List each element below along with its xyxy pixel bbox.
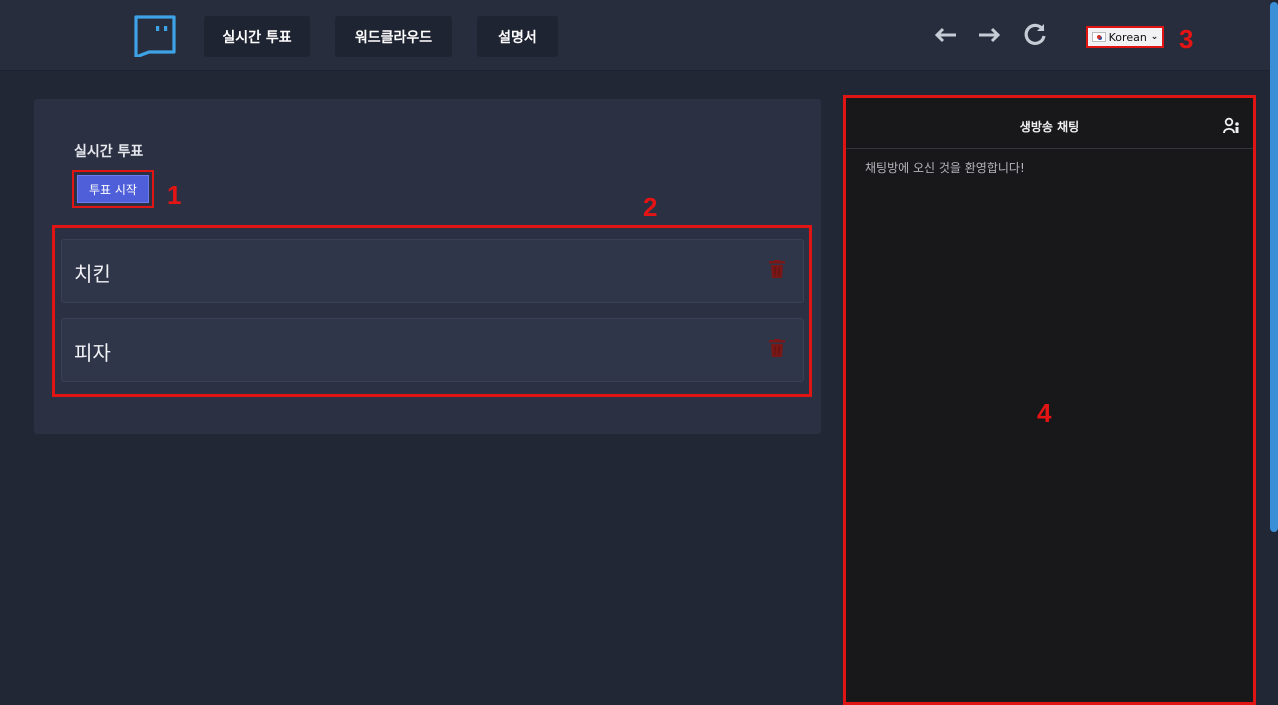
top-navbar: 실시간 투표 워드클라우드 설명서 Korean ⌄ <box>0 0 1278 71</box>
scrollbar-thumb[interactable] <box>1270 2 1278 532</box>
logo-icon[interactable] <box>133 14 177 57</box>
nav-manual[interactable]: 설명서 <box>477 16 558 57</box>
scrollbar[interactable] <box>1270 0 1278 695</box>
arrow-right-icon[interactable] <box>976 22 1002 48</box>
vote-item-label: 치킨 <box>74 262 111 286</box>
users-icon[interactable] <box>1223 117 1241 135</box>
nav-word-cloud[interactable]: 워드클라우드 <box>335 16 452 57</box>
nav-live-vote[interactable]: 실시간 투표 <box>204 16 310 57</box>
annotation-4: 4 <box>1037 398 1052 428</box>
vote-item-label: 피자 <box>74 341 111 365</box>
chat-title: 생방송 채팅 <box>1019 120 1080 134</box>
chat-header: 생방송 채팅 <box>846 98 1253 149</box>
language-select[interactable]: Korean ⌄ <box>1086 26 1164 48</box>
annotation-1: 1 <box>167 180 182 210</box>
arrow-left-icon[interactable] <box>933 22 959 48</box>
vote-item[interactable]: 피자 <box>61 318 804 382</box>
reload-icon[interactable] <box>1022 22 1048 48</box>
annotation-2: 2 <box>643 192 658 222</box>
trash-icon[interactable] <box>769 260 785 278</box>
korea-flag-icon <box>1091 32 1106 42</box>
vote-panel-title: 실시간 투표 <box>74 144 144 160</box>
language-selected: Korean <box>1108 30 1147 44</box>
start-vote-button[interactable]: 투표 시작 <box>77 175 149 203</box>
chevron-down-icon: ⌄ <box>1150 32 1159 42</box>
vote-item[interactable]: 치킨 <box>61 239 804 303</box>
annotation-3: 3 <box>1179 24 1194 54</box>
trash-icon[interactable] <box>769 339 785 357</box>
chat-welcome-message: 채팅방에 오신 것을 환영합니다! <box>865 161 1025 175</box>
start-button-highlight: 투표 시작 <box>72 170 154 208</box>
